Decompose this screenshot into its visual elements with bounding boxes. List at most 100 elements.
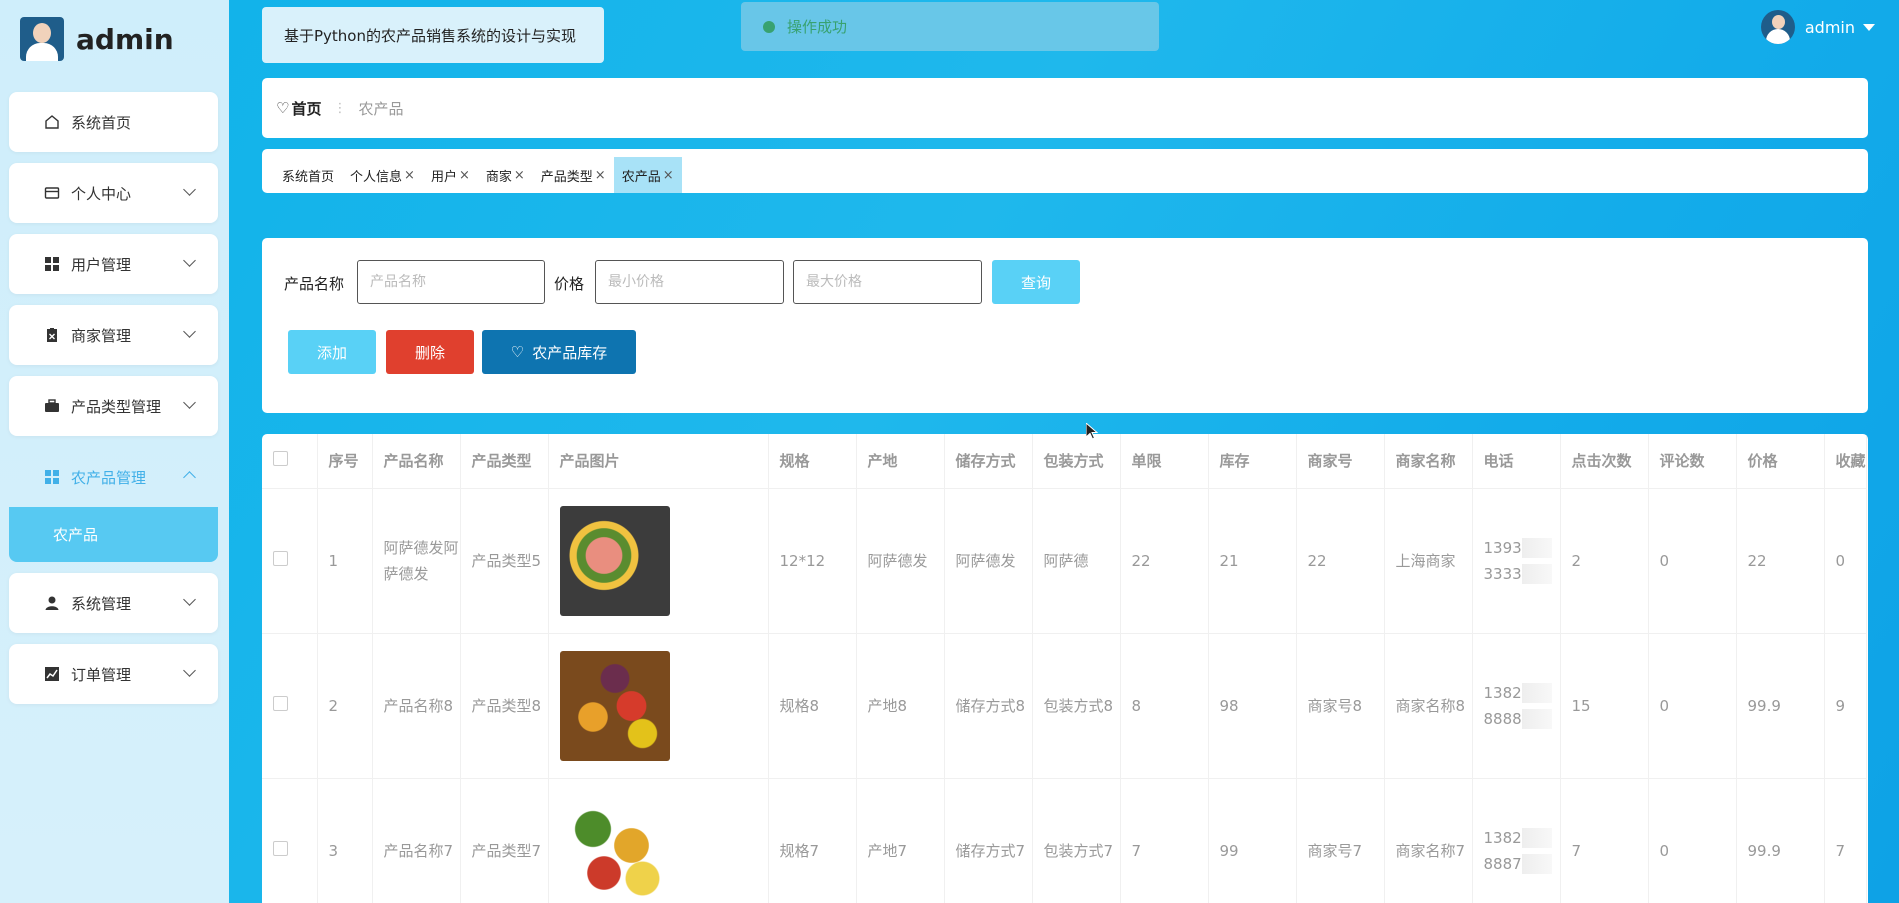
col-header[interactable]: 商家号 — [1296, 434, 1385, 489]
cell-origin: 产地8 — [856, 633, 945, 779]
chart-icon — [43, 665, 61, 683]
col-header[interactable]: 单限 — [1120, 434, 1209, 489]
product-image[interactable] — [559, 795, 670, 903]
col-header[interactable]: 产品类型 — [460, 434, 549, 489]
sidebar-item-users[interactable]: 用户管理 — [9, 234, 218, 294]
col-header[interactable]: 序号 — [317, 434, 373, 489]
cell-stock: 98 — [1208, 633, 1297, 779]
phone-part: 3333 — [1483, 564, 1522, 583]
col-header[interactable]: 产品图片 — [548, 434, 769, 489]
col-header[interactable]: 储存方式 — [944, 434, 1033, 489]
clipboard-icon — [43, 326, 61, 344]
sidebar-item-personal[interactable]: 个人中心 — [9, 163, 218, 223]
tag-personal-info[interactable]: 个人信息 × — [342, 157, 423, 193]
heart-icon: ♡ — [276, 99, 290, 117]
cell-origin: 产地7 — [856, 778, 945, 903]
sidebar-group-products: 农产品管理 农产品 — [9, 447, 218, 562]
sidebar-item-product-management[interactable]: 农产品管理 — [9, 447, 218, 507]
sidebar-subitem-products[interactable]: 农产品 — [9, 507, 218, 562]
max-price-input[interactable] — [793, 260, 982, 304]
table-row[interactable]: 3 产品名称7 产品类型7 规格7 产地7 储存方式7 包装方式7 7 99 商… — [262, 778, 1867, 903]
cell-image — [548, 488, 769, 634]
delete-button[interactable]: 删除 — [386, 330, 474, 374]
col-header[interactable]: 评论数 — [1648, 434, 1737, 489]
cell-comments: 0 — [1648, 488, 1737, 634]
tag-products[interactable]: 农产品 × — [613, 157, 682, 193]
table-header-row: 序号 产品名称 产品类型 产品图片 规格 产地 储存方式 包装方式 单限 库存 … — [262, 434, 1867, 489]
select-all-cell — [262, 434, 318, 489]
sidebar-item-label: 产品类型管理 — [71, 397, 162, 416]
close-icon[interactable]: × — [459, 168, 470, 183]
user-name: admin — [1804, 17, 1855, 37]
sidebar-item-orders[interactable]: 订单管理 — [9, 644, 218, 704]
tag-product-types[interactable]: 产品类型 × — [533, 157, 614, 193]
col-header[interactable]: 包装方式 — [1032, 434, 1121, 489]
user-menu[interactable]: admin — [1760, 10, 1875, 44]
row-select-cell — [262, 633, 318, 779]
sidebar-item-home[interactable]: 系统首页 — [9, 92, 218, 152]
col-header[interactable]: 产品名称 — [372, 434, 461, 489]
cell-no: 3 — [317, 778, 373, 903]
close-icon[interactable]: × — [663, 168, 674, 183]
chevron-down-icon — [183, 183, 196, 196]
cell-spec: 规格8 — [768, 633, 857, 779]
sidebar: admin 系统首页 个人中心 用户管理 商家管理 产品类型管理 农产品管理 农… — [0, 0, 229, 903]
product-stock-button[interactable]: ♡ 农产品库存 — [482, 330, 636, 374]
sidebar-item-label: 商家管理 — [71, 326, 132, 345]
query-button[interactable]: 查询 — [992, 260, 1080, 304]
col-header[interactable]: 价格 — [1736, 434, 1825, 489]
phone-part: 1393 — [1483, 538, 1522, 557]
mouse-cursor-icon — [1086, 423, 1098, 440]
col-header[interactable]: 产地 — [856, 434, 945, 489]
min-price-input[interactable] — [595, 260, 784, 304]
tag-label: 个人信息 — [350, 169, 403, 185]
search-panel: 产品名称 价格 查询 添加 删除 ♡ 农产品库存 — [262, 238, 1868, 413]
tag-users[interactable]: 用户 × — [423, 157, 478, 193]
home-icon — [43, 113, 61, 131]
col-header[interactable]: 商家名称 — [1384, 434, 1473, 489]
sidebar-item-merchants[interactable]: 商家管理 — [9, 305, 218, 365]
cell-pack: 阿萨德 — [1032, 488, 1121, 634]
system-title: 基于Python的农产品销售系统的设计与实现 — [262, 7, 604, 63]
breadcrumb-home[interactable]: 首页 — [291, 98, 321, 119]
col-header[interactable]: 规格 — [768, 434, 857, 489]
cell-limit: 22 — [1120, 488, 1209, 634]
col-header[interactable]: 电话 — [1472, 434, 1561, 489]
phone-part: 1382 — [1483, 828, 1522, 847]
close-icon[interactable]: × — [514, 168, 525, 183]
caret-down-icon — [1863, 23, 1875, 31]
tag-merchants[interactable]: 商家 × — [478, 157, 533, 193]
cell-storage: 储存方式7 — [944, 778, 1033, 903]
col-header[interactable]: 点击次数 — [1560, 434, 1649, 489]
sidebar-item-system[interactable]: 系统管理 — [9, 573, 218, 633]
briefcase-icon — [43, 397, 61, 415]
close-icon[interactable]: × — [595, 168, 606, 183]
tag-home[interactable]: 系统首页 — [274, 157, 342, 193]
product-image[interactable] — [559, 505, 670, 616]
row-checkbox[interactable] — [273, 840, 288, 856]
row-checkbox[interactable] — [273, 550, 288, 566]
select-all-checkbox[interactable] — [273, 451, 288, 467]
cell-limit: 7 — [1120, 778, 1209, 903]
table-row[interactable]: 1 阿萨德发阿萨德发 产品类型5 12*12 阿萨德发 阿萨德发 阿萨德 22 … — [262, 488, 1867, 634]
breadcrumb: ♡ 首页 ⋮ 农产品 — [262, 78, 1868, 138]
cell-no: 2 — [317, 633, 373, 779]
blurred-text — [1521, 683, 1552, 703]
product-image[interactable] — [559, 650, 670, 761]
row-checkbox[interactable] — [273, 695, 288, 711]
cell-no: 1 — [317, 488, 373, 634]
product-name-input[interactable] — [357, 260, 545, 304]
col-header[interactable]: 收藏 — [1824, 434, 1867, 489]
cell-name: 产品名称8 — [372, 633, 461, 779]
col-header[interactable]: 库存 — [1208, 434, 1297, 489]
sidebar-item-product-types[interactable]: 产品类型管理 — [9, 376, 218, 436]
close-icon[interactable]: × — [404, 168, 415, 183]
table-row[interactable]: 2 产品名称8 产品类型8 规格8 产地8 储存方式8 包装方式8 8 98 商… — [262, 633, 1867, 779]
product-table: 序号 产品名称 产品类型 产品图片 规格 产地 储存方式 包装方式 单限 库存 … — [262, 434, 1867, 903]
cell-shop-no: 商家号8 — [1296, 633, 1385, 779]
blurred-text — [1521, 828, 1552, 848]
main-area: 基于Python的农产品销售系统的设计与实现 操作成功 admin ♡ 首页 ⋮… — [229, 0, 1899, 903]
cell-limit: 8 — [1120, 633, 1209, 779]
wallet-icon — [43, 184, 61, 202]
add-button[interactable]: 添加 — [288, 330, 376, 374]
